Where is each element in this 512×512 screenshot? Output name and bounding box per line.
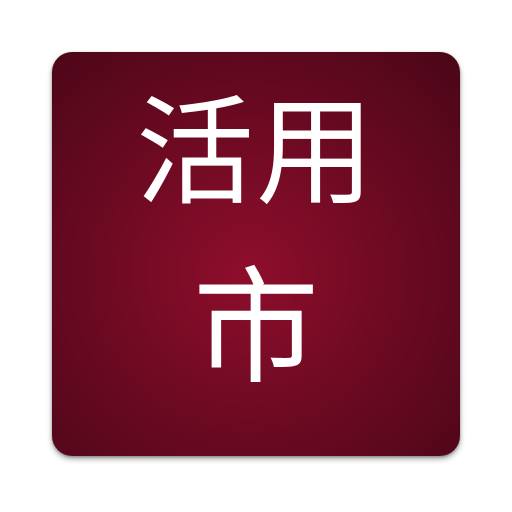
app-icon[interactable]: 活用 市 (52, 52, 460, 456)
icon-text-line-2: 市 (193, 255, 319, 402)
canvas: 活用 市 (0, 0, 512, 512)
icon-text-line-1: 活用 (135, 84, 376, 222)
